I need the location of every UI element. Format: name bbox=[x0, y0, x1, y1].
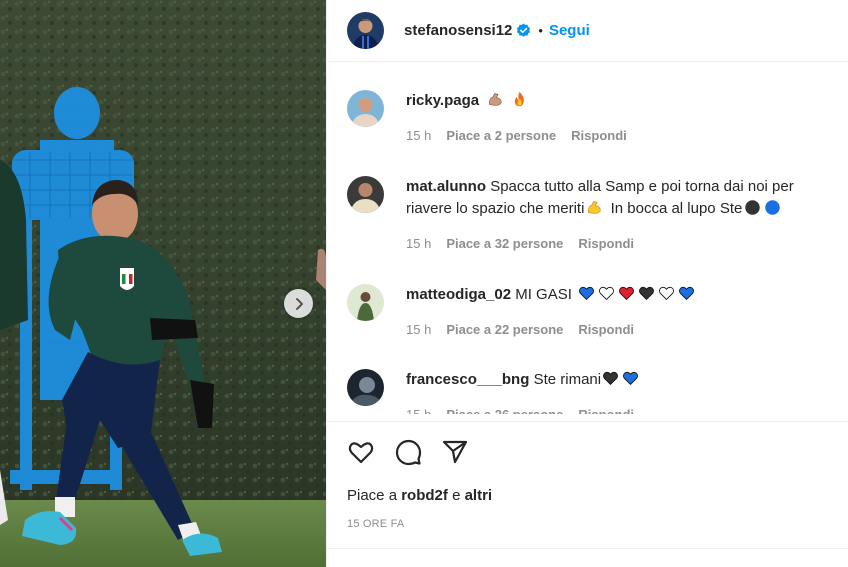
white-heart-icon bbox=[599, 286, 615, 301]
blue-heart-icon bbox=[579, 286, 595, 301]
next-photo-button[interactable] bbox=[284, 289, 313, 318]
comment-item: mat.alunno Spacca tutto alla Samp e poi … bbox=[347, 176, 837, 255]
likes-others[interactable]: altri bbox=[465, 487, 493, 504]
white-heart-icon bbox=[659, 286, 675, 301]
verified-badge-icon bbox=[517, 23, 531, 37]
reply-button[interactable]: Rispondi bbox=[571, 125, 627, 147]
comment-icon bbox=[395, 439, 422, 466]
likes-user[interactable]: robd2f bbox=[401, 487, 448, 504]
comment-likes[interactable]: Piace a 2 persone bbox=[446, 125, 556, 147]
commenter-avatar[interactable] bbox=[347, 284, 384, 321]
comment-time: 15 h bbox=[406, 322, 432, 337]
comments-list[interactable]: ricky.paga 15 h Piace a 2 persone Rispon… bbox=[327, 63, 848, 414]
comment-time: 15 h bbox=[406, 236, 432, 251]
post-photo[interactable] bbox=[0, 0, 326, 567]
blue-heart-icon bbox=[623, 371, 639, 386]
comment-text-end: In bocca al lupo Ste bbox=[610, 200, 743, 217]
reply-button[interactable]: Rispondi bbox=[578, 233, 634, 255]
comment-likes[interactable]: Piace a 22 persone bbox=[446, 319, 563, 341]
commenter-avatar[interactable] bbox=[347, 369, 384, 406]
separator-dot: • bbox=[538, 23, 543, 38]
comment-username[interactable]: matteodiga_02 bbox=[406, 286, 511, 303]
blue-heart-icon bbox=[679, 286, 695, 301]
bottom-divider bbox=[327, 548, 848, 549]
comment-likes[interactable]: Piace a 26 persone bbox=[446, 404, 563, 414]
red-heart-icon bbox=[619, 286, 635, 301]
author-avatar[interactable] bbox=[347, 12, 384, 49]
comment-button[interactable] bbox=[394, 438, 422, 466]
follow-button[interactable]: Segui bbox=[549, 22, 590, 39]
black-heart-icon bbox=[639, 286, 655, 301]
post-timestamp[interactable]: 15 ORE FA bbox=[347, 518, 404, 530]
post-header: stefanosensi12 • Segui bbox=[327, 0, 848, 62]
author-username[interactable]: stefanosensi12 bbox=[404, 22, 512, 39]
flexed-biceps-icon bbox=[489, 93, 503, 106]
fire-icon bbox=[515, 91, 525, 107]
comment-item: francesco___bng Ste rimani 15 h Piace a … bbox=[347, 369, 837, 414]
comment-time: 15 h bbox=[406, 404, 431, 414]
blue-circle-icon bbox=[765, 200, 781, 215]
like-button[interactable] bbox=[347, 438, 375, 466]
comment-likes[interactable]: Piace a 32 persone bbox=[446, 233, 563, 255]
heart-outline-icon bbox=[348, 442, 374, 464]
paper-plane-icon bbox=[442, 440, 468, 464]
actions-divider bbox=[327, 421, 848, 422]
comment-text: MI GASI bbox=[515, 286, 572, 303]
likes-prefix: Piace a bbox=[347, 487, 398, 504]
comment-username[interactable]: mat.alunno bbox=[406, 178, 486, 195]
comment-username[interactable]: ricky.paga bbox=[406, 92, 479, 109]
post-actions bbox=[347, 438, 469, 466]
comment-time: 15 h bbox=[406, 128, 432, 143]
likes-summary: Piace a robd2f e altri bbox=[347, 487, 492, 504]
commenter-avatar[interactable] bbox=[347, 176, 384, 213]
flexed-biceps-icon bbox=[588, 201, 602, 214]
comment-text: Ste rimani bbox=[533, 371, 602, 388]
comment-item: matteodiga_02 MI GASI 15 h Piace a 22 pe… bbox=[347, 284, 837, 341]
chevron-right-icon bbox=[295, 297, 303, 310]
reply-button[interactable]: Rispondi bbox=[578, 319, 634, 341]
likes-conj: e bbox=[452, 487, 461, 504]
post-side-panel: stefanosensi12 • Segui ricky.paga 15 h P… bbox=[326, 0, 848, 567]
commenter-avatar[interactable] bbox=[347, 90, 384, 127]
training-photo-image bbox=[0, 0, 326, 567]
share-button[interactable] bbox=[441, 438, 469, 466]
reply-button[interactable]: Rispondi bbox=[578, 404, 634, 414]
comment-item: ricky.paga 15 h Piace a 2 persone Rispon… bbox=[347, 90, 837, 147]
black-circle-icon bbox=[745, 200, 761, 215]
comment-username[interactable]: francesco___bng bbox=[406, 371, 529, 388]
black-heart-icon bbox=[603, 371, 619, 386]
